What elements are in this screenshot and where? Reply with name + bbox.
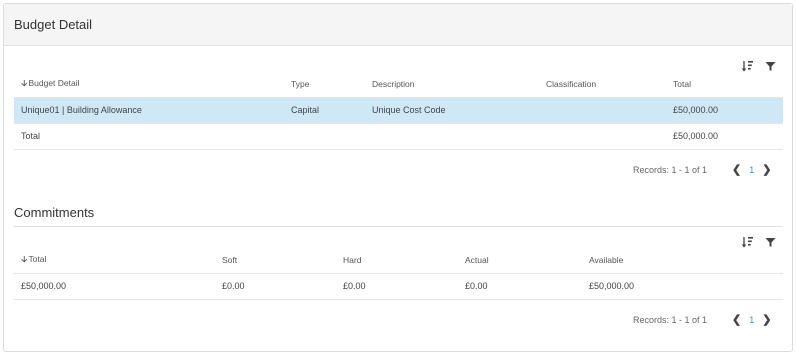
next-page-button[interactable]: ❯ <box>759 313 774 326</box>
next-page-button[interactable]: ❯ <box>759 163 774 176</box>
budget-detail-table: 🡫Budget Detail Type Description Classifi… <box>14 71 783 150</box>
cell-soft: £0.00 <box>215 273 336 300</box>
prev-page-button[interactable]: ❮ <box>729 163 744 176</box>
cell-type: Capital <box>284 97 365 124</box>
page-number-link[interactable]: 1 <box>744 165 759 175</box>
cell-available: £50,000.00 <box>582 273 783 300</box>
records-count: Records: 1 - 1 of 1 <box>633 314 708 325</box>
column-header-type[interactable]: Type <box>284 71 365 98</box>
total-label: Total <box>14 123 284 150</box>
budget-detail-panel: Budget Detail 🡫Budget Detail Type Descri… <box>3 3 793 352</box>
table-row[interactable]: £50,000.00 £0.00 £0.00 £0.00 £50,000.00 <box>14 273 783 300</box>
table-header-row: 🡫Total Soft Hard Actual Available <box>14 247 783 274</box>
column-header-budget-detail[interactable]: 🡫Budget Detail <box>14 71 284 98</box>
column-header-available[interactable]: Available <box>582 247 783 274</box>
total-value: £50,000.00 <box>666 123 783 150</box>
commitments-table: 🡫Total Soft Hard Actual Available £50,00… <box>14 247 783 300</box>
records-count: Records: 1 - 1 of 1 <box>633 164 708 175</box>
panel-header: Budget Detail <box>4 4 792 46</box>
cell-actual: £0.00 <box>458 273 582 300</box>
table-header-row: 🡫Budget Detail Type Description Classifi… <box>14 71 783 98</box>
column-header-classification[interactable]: Classification <box>539 71 666 98</box>
cell-classification <box>539 97 666 124</box>
column-header-total[interactable]: 🡫Total <box>14 247 215 274</box>
cell-hard: £0.00 <box>336 273 458 300</box>
column-header-description[interactable]: Description <box>365 71 539 98</box>
commitments-pager: Records: 1 - 1 of 1 ❮ 1 ❯ <box>633 313 775 326</box>
total-row: Total £50,000.00 <box>14 123 783 150</box>
cell-total: £50,000.00 <box>666 97 783 124</box>
budget-pager: Records: 1 - 1 of 1 ❮ 1 ❯ <box>633 163 775 176</box>
column-header-actual[interactable]: Actual <box>458 247 582 274</box>
cell-total: £50,000.00 <box>14 273 215 300</box>
column-header-soft[interactable]: Soft <box>215 247 336 274</box>
column-header-hard[interactable]: Hard <box>336 247 458 274</box>
sort-down-icon: 🡫 <box>21 253 28 264</box>
page-number-link[interactable]: 1 <box>744 315 759 325</box>
prev-page-button[interactable]: ❮ <box>729 313 744 326</box>
panel-title: Budget Detail <box>14 17 93 32</box>
column-header-total[interactable]: Total <box>666 71 783 98</box>
cell-budget-detail: Unique01 | Building Allowance <box>14 97 284 124</box>
section-divider <box>14 226 783 227</box>
cell-description: Unique Cost Code <box>365 97 539 124</box>
table-row[interactable]: Unique01 | Building Allowance Capital Un… <box>14 97 783 124</box>
sort-down-icon: 🡫 <box>21 77 28 88</box>
commitments-title: Commitments <box>14 205 95 220</box>
